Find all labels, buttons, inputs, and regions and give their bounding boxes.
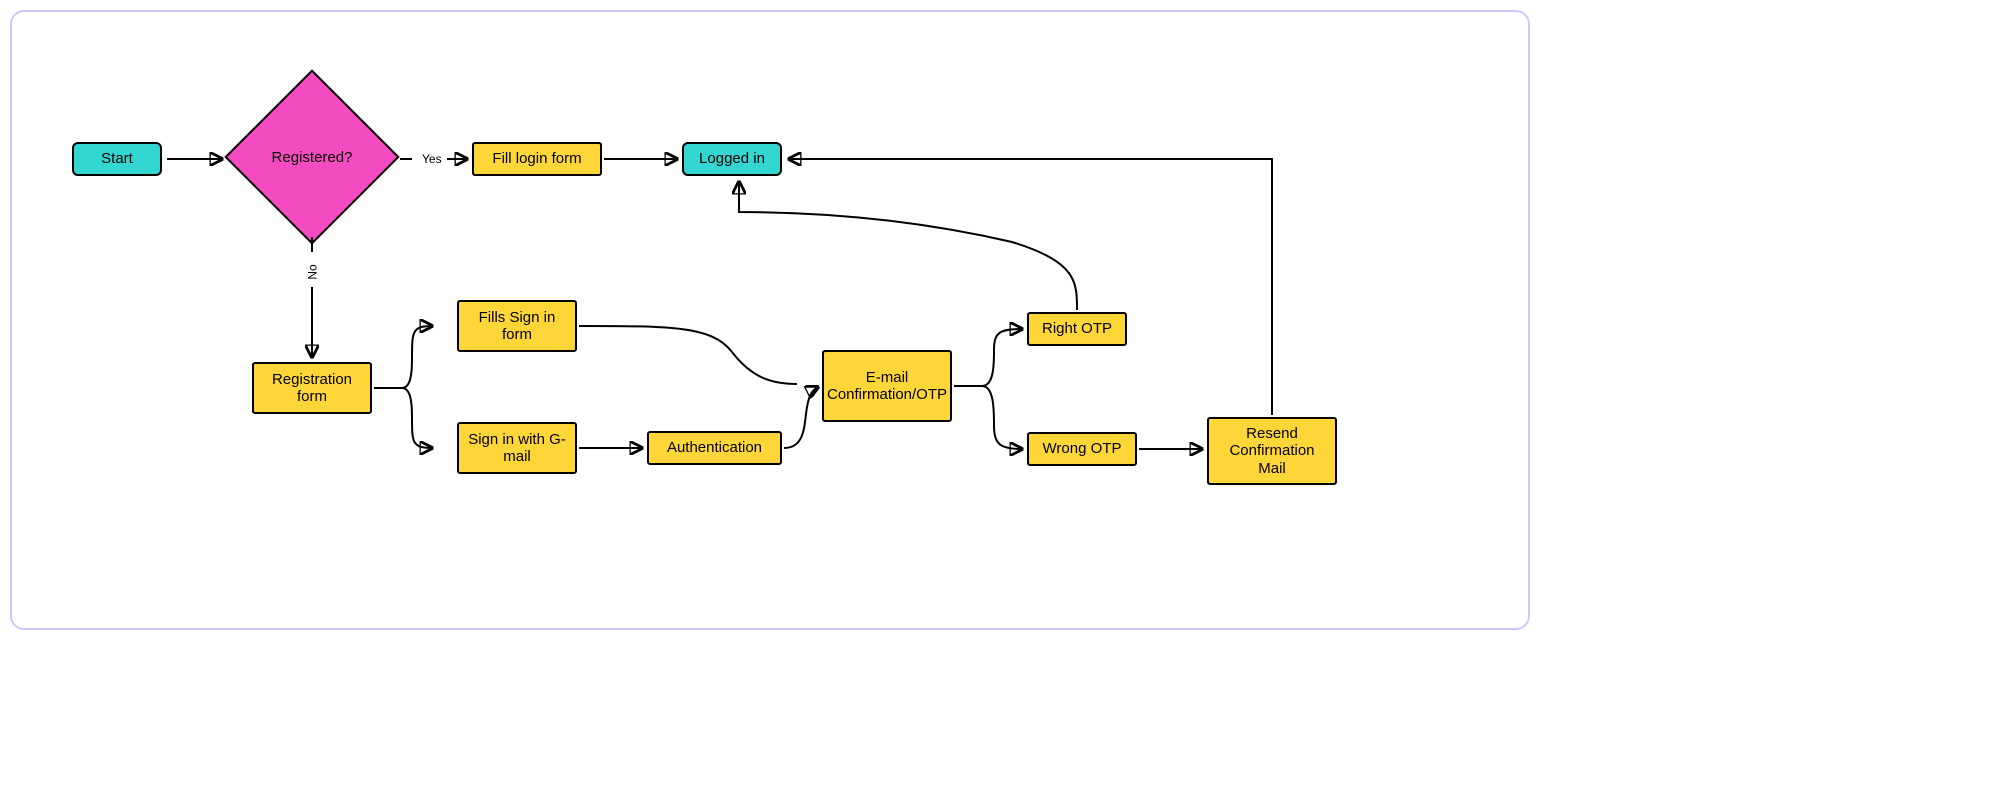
node-right-otp: Right OTP xyxy=(1027,312,1127,346)
node-authentication: Authentication xyxy=(647,431,782,465)
diamond-shape xyxy=(224,69,399,244)
node-resend-confirmation: Resend Confirmation Mail xyxy=(1207,417,1337,485)
node-wrong-otp: Wrong OTP xyxy=(1027,432,1137,466)
node-signin-gmail: Sign in with G-mail xyxy=(457,422,577,474)
node-email-confirmation: E-mail Confirmation/OTP xyxy=(822,350,952,422)
node-logged-in: Logged in xyxy=(682,142,782,176)
node-start: Start xyxy=(72,142,162,176)
node-fill-login-form: Fill login form xyxy=(472,142,602,176)
flowchart-canvas: Start Registered? Yes No Fill login form… xyxy=(10,10,1530,630)
node-registered-decision: Registered? xyxy=(227,82,397,232)
node-fills-signin-form: Fills Sign in form xyxy=(457,300,577,352)
edge-label-no: No xyxy=(306,264,320,279)
node-registration-form: Registration form xyxy=(252,362,372,414)
edge-label-yes: Yes xyxy=(422,152,442,166)
